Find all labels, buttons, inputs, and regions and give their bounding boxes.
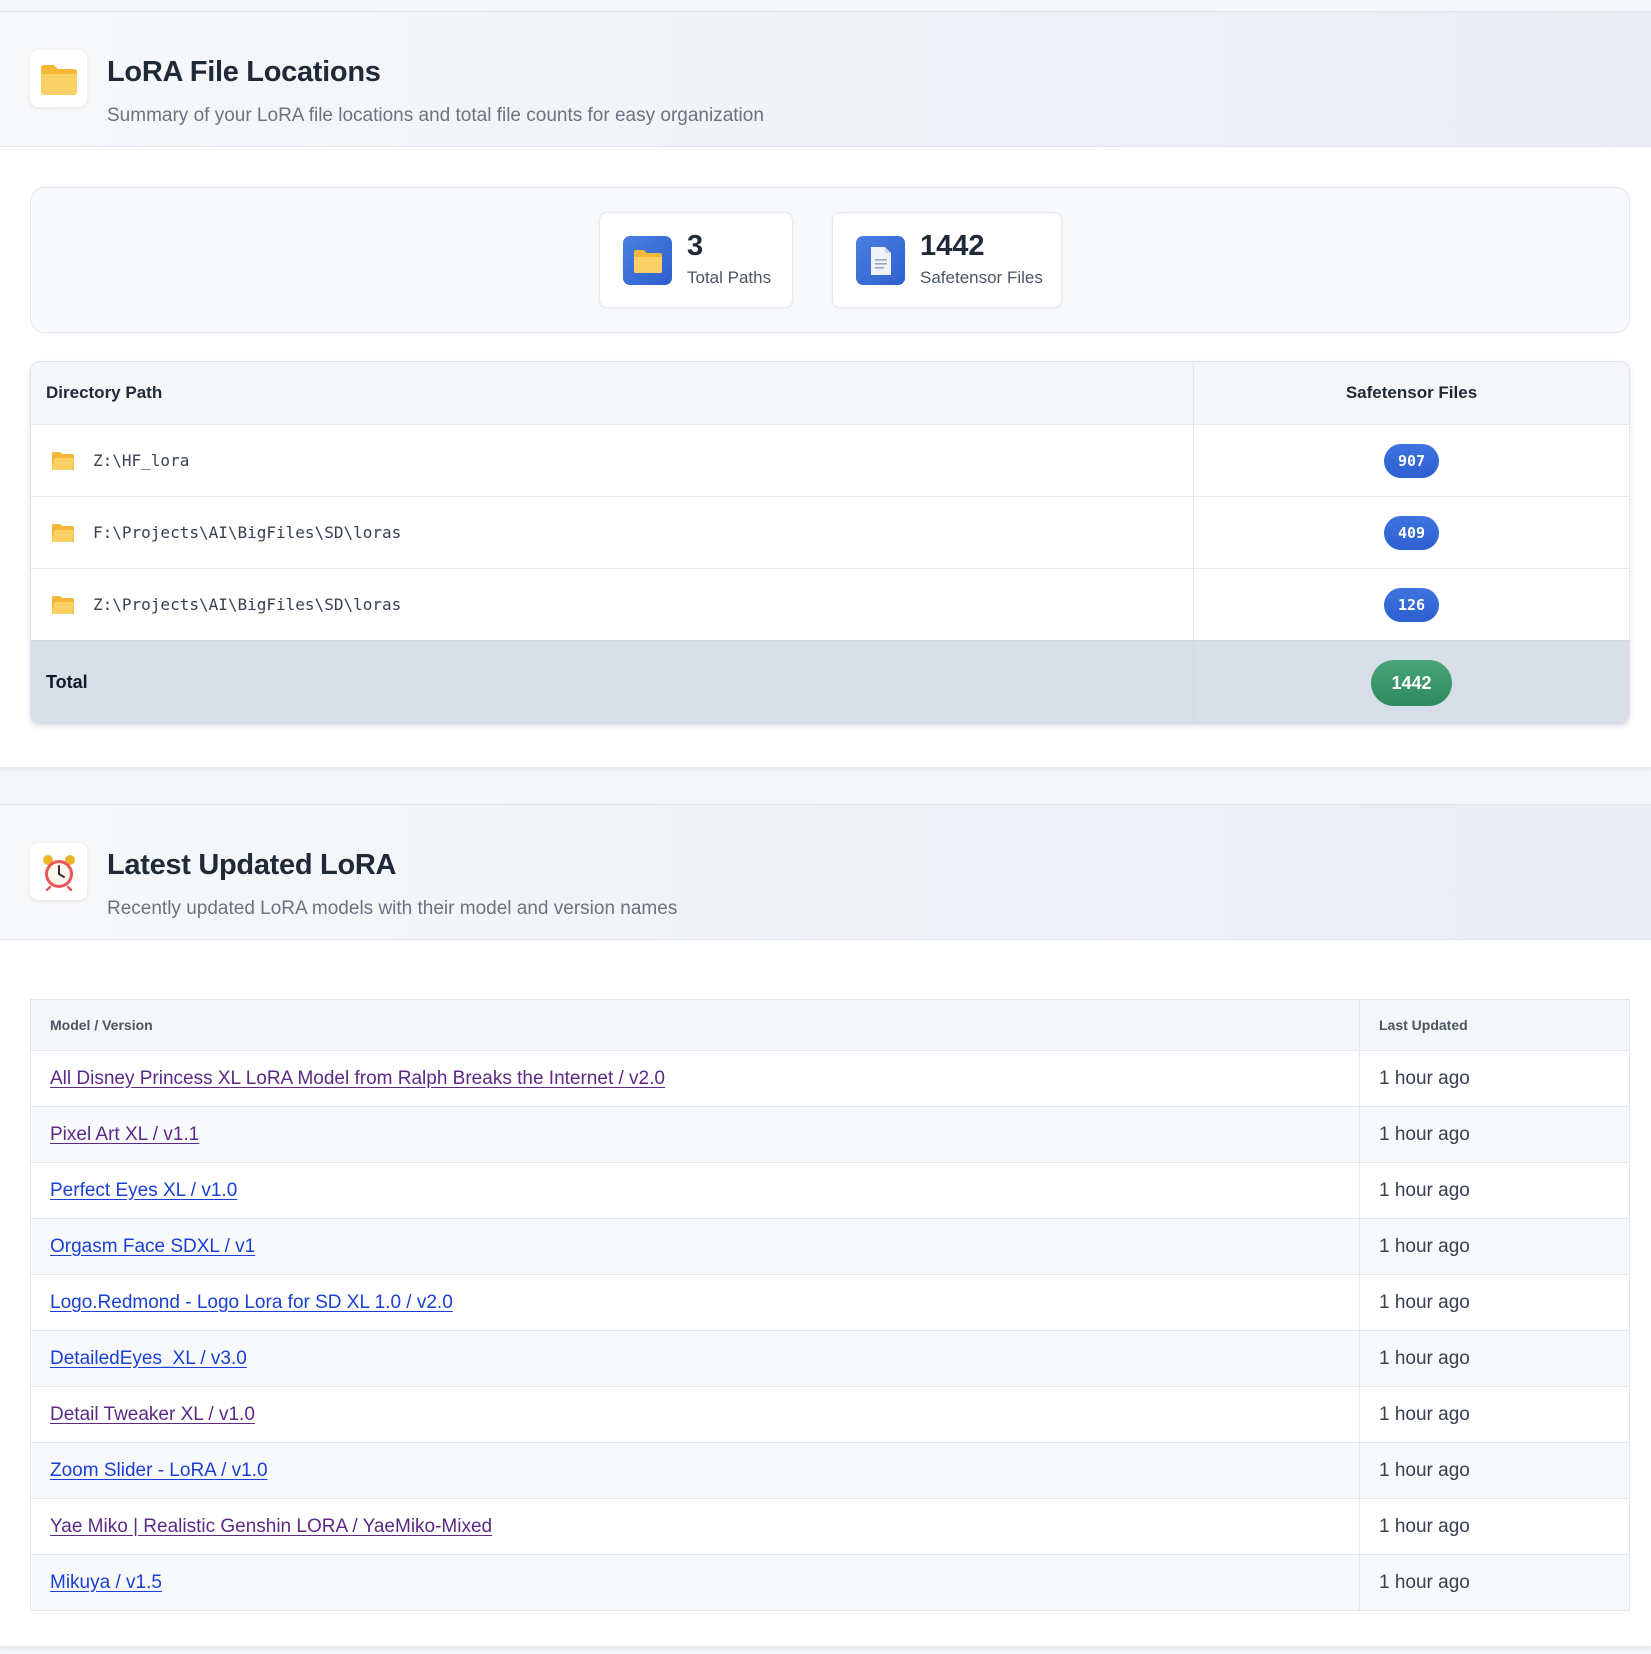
file-icon [856, 236, 905, 285]
column-header-model: Model / Version [31, 1000, 1360, 1050]
file-count-badge: 907 [1383, 443, 1440, 478]
stats-panel: 3 Total Paths 1442 Safetensor Files [30, 187, 1630, 333]
column-header-files: Safetensor Files [1345, 383, 1478, 402]
model-version-link[interactable]: Mikuya / v1.5 [50, 1572, 162, 1594]
table-row: Pixel Art XL / v1.1 1 hour ago [31, 1106, 1629, 1162]
last-updated-time: 1 hour ago [1379, 1403, 1470, 1425]
table-row: Orgasm Face SDXL / v1 1 hour ago [31, 1218, 1629, 1274]
section-title: Latest Updated LoRA [107, 849, 397, 881]
page-title: LoRA File Locations [107, 56, 381, 88]
directory-path: F:\Projects\AI\BigFiles\SD\loras [93, 523, 402, 542]
table-row: DetailedEyes_XL / v3.0 1 hour ago [31, 1330, 1629, 1386]
section-subtitle: Recently updated LoRA models with their … [107, 898, 678, 919]
folder-icon [30, 50, 87, 107]
locations-header: LoRA File Locations Summary of your LoRA… [0, 12, 1651, 147]
directory-path: Z:\HF_lora [93, 451, 190, 470]
table-row: Z:\HF_lora 907 [31, 424, 1629, 496]
model-version-link[interactable]: Orgasm Face SDXL / v1 [50, 1236, 255, 1258]
model-version-link[interactable]: All Disney Princess XL LoRA Model from R… [50, 1068, 665, 1090]
folder-icon [51, 451, 75, 471]
model-version-link[interactable]: Detail Tweaker XL / v1.0 [50, 1404, 255, 1426]
folder-icon [51, 523, 75, 543]
column-header-path: Directory Path [31, 362, 1194, 424]
table-row: Perfect Eyes XL / v1.0 1 hour ago [31, 1162, 1629, 1218]
model-version-link[interactable]: Pixel Art XL / v1.1 [50, 1124, 199, 1146]
folder-icon [623, 236, 672, 285]
last-updated-time: 1 hour ago [1379, 1179, 1470, 1201]
file-count-badge: 126 [1383, 587, 1440, 622]
table-row: Yae Miko | Realistic Genshin LORA / YaeM… [31, 1498, 1629, 1554]
lora-locations-card: LoRA File Locations Summary of your LoRA… [0, 11, 1651, 767]
stat-total-paths: 3 Total Paths [599, 212, 793, 308]
latest-updated-card: Latest Updated LoRA Recently updated LoR… [0, 804, 1651, 1646]
last-updated-time: 1 hour ago [1379, 1291, 1470, 1313]
stat-label: Total Paths [687, 268, 772, 287]
table-row: Detail Tweaker XL / v1.0 1 hour ago [31, 1386, 1629, 1442]
last-updated-time: 1 hour ago [1379, 1235, 1470, 1257]
table-row: Zoom Slider - LoRA / v1.0 1 hour ago [31, 1442, 1629, 1498]
stat-value: 3 [687, 230, 704, 262]
model-version-link[interactable]: DetailedEyes_XL / v3.0 [50, 1348, 247, 1370]
last-updated-time: 1 hour ago [1379, 1515, 1470, 1537]
latest-updated-table: Model / Version Last Updated All Disney … [30, 999, 1630, 1611]
stat-safetensor-files: 1442 Safetensor Files [832, 212, 1062, 308]
model-version-link[interactable]: Zoom Slider - LoRA / v1.0 [50, 1460, 268, 1482]
table-row: Mikuya / v1.5 1 hour ago [31, 1554, 1629, 1610]
total-label: Total [31, 641, 1194, 724]
folder-icon [51, 595, 75, 615]
last-updated-time: 1 hour ago [1379, 1347, 1470, 1369]
last-updated-time: 1 hour ago [1379, 1571, 1470, 1593]
latest-header: Latest Updated LoRA Recently updated LoR… [0, 805, 1651, 940]
table-row: All Disney Princess XL LoRA Model from R… [31, 1050, 1629, 1106]
last-updated-time: 1 hour ago [1379, 1459, 1470, 1481]
table-header-row: Model / Version Last Updated [31, 1000, 1629, 1050]
page-subtitle: Summary of your LoRA file locations and … [107, 105, 764, 126]
table-row: F:\Projects\AI\BigFiles\SD\loras 409 [31, 496, 1629, 568]
table-total-row: Total 1442 [31, 640, 1629, 724]
model-version-link[interactable]: Perfect Eyes XL / v1.0 [50, 1180, 237, 1202]
column-header-updated: Last Updated [1379, 1017, 1468, 1033]
alarm-clock-icon [30, 843, 87, 900]
table-header-row: Directory Path Safetensor Files [31, 362, 1629, 424]
last-updated-time: 1 hour ago [1379, 1067, 1470, 1089]
table-row: Logo.Redmond - Logo Lora for SD XL 1.0 /… [31, 1274, 1629, 1330]
stat-value: 1442 [920, 230, 985, 262]
model-version-link[interactable]: Logo.Redmond - Logo Lora for SD XL 1.0 /… [50, 1292, 453, 1314]
last-updated-time: 1 hour ago [1379, 1123, 1470, 1145]
file-count-badge: 409 [1383, 515, 1440, 550]
total-count-badge: 1442 [1371, 659, 1452, 706]
model-version-link[interactable]: Yae Miko | Realistic Genshin LORA / YaeM… [50, 1516, 492, 1538]
stat-label: Safetensor Files [920, 268, 1043, 287]
directory-path: Z:\Projects\AI\BigFiles\SD\loras [93, 595, 402, 614]
table-row: Z:\Projects\AI\BigFiles\SD\loras 126 [31, 568, 1629, 640]
directory-table: Directory Path Safetensor Files Z:\HF_lo… [30, 361, 1630, 725]
